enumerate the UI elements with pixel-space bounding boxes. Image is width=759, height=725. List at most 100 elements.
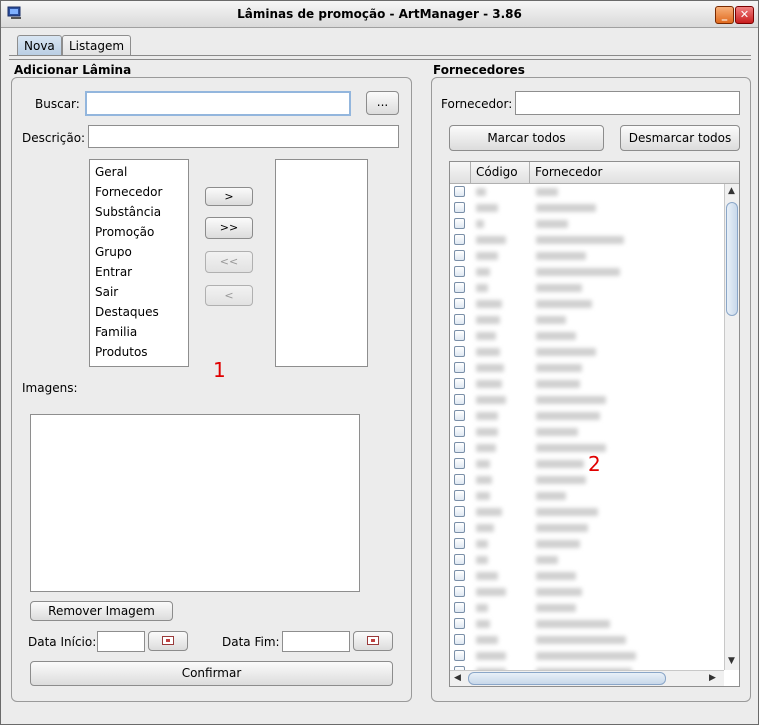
table-row[interactable] <box>450 328 722 344</box>
row-checkbox[interactable] <box>454 602 465 613</box>
table-row[interactable] <box>450 264 722 280</box>
row-checkbox[interactable] <box>454 586 465 597</box>
row-checkbox[interactable] <box>454 522 465 533</box>
table-row[interactable] <box>450 280 722 296</box>
row-checkbox[interactable] <box>454 554 465 565</box>
row-checkbox[interactable] <box>454 186 465 197</box>
list-item[interactable]: Substância <box>95 205 161 219</box>
tab-listagem[interactable]: Listagem <box>62 35 132 56</box>
list-item[interactable]: Promoção <box>95 225 154 239</box>
table-row[interactable] <box>450 648 722 664</box>
table-row[interactable] <box>450 552 722 568</box>
table-row[interactable] <box>450 520 722 536</box>
table-row[interactable] <box>450 632 722 648</box>
row-checkbox[interactable] <box>454 410 465 421</box>
list-item[interactable]: Destaques <box>95 305 159 319</box>
move-all-right-button[interactable]: >> <box>205 217 253 239</box>
table-row[interactable] <box>450 360 722 376</box>
description-input[interactable] <box>88 125 399 148</box>
table-row[interactable] <box>450 600 722 616</box>
scroll-left-icon[interactable]: ◀ <box>454 673 461 683</box>
row-checkbox[interactable] <box>454 426 465 437</box>
selected-list[interactable] <box>275 159 368 367</box>
list-item[interactable]: Entrar <box>95 265 132 279</box>
column-header-codigo[interactable]: Código <box>476 165 518 179</box>
confirm-button[interactable]: Confirmar <box>30 661 393 686</box>
vertical-scroll-thumb[interactable] <box>726 202 738 316</box>
vertical-scrollbar[interactable]: ▲ ▼ <box>724 184 739 670</box>
scroll-down-icon[interactable]: ▼ <box>728 656 735 666</box>
table-row[interactable] <box>450 568 722 584</box>
start-date-input[interactable] <box>97 631 145 652</box>
tab-nova[interactable]: Nova <box>17 35 62 56</box>
column-header-fornecedor[interactable]: Fornecedor <box>535 165 602 179</box>
move-right-button[interactable]: > <box>205 187 253 206</box>
table-row[interactable] <box>450 536 722 552</box>
move-all-left-button[interactable]: << <box>205 251 253 273</box>
search-input[interactable] <box>85 91 351 116</box>
table-row[interactable] <box>450 504 722 520</box>
list-item[interactable]: Grupo <box>95 245 132 259</box>
start-date-picker-button[interactable] <box>148 631 188 651</box>
table-row[interactable] <box>450 376 722 392</box>
select-all-button[interactable]: Marcar todos <box>449 125 604 151</box>
table-row[interactable] <box>450 216 722 232</box>
deselect-all-button[interactable]: Desmarcar todos <box>620 125 740 151</box>
row-checkbox[interactable] <box>454 314 465 325</box>
row-checkbox[interactable] <box>454 330 465 341</box>
supplier-input[interactable] <box>515 91 740 115</box>
row-checkbox[interactable] <box>454 538 465 549</box>
table-row[interactable] <box>450 440 722 456</box>
search-browse-button[interactable]: ... <box>366 91 399 115</box>
scroll-right-icon[interactable]: ▶ <box>709 673 716 683</box>
row-checkbox[interactable] <box>454 250 465 261</box>
row-checkbox[interactable] <box>454 298 465 309</box>
table-row[interactable] <box>450 248 722 264</box>
row-checkbox[interactable] <box>454 218 465 229</box>
table-row[interactable] <box>450 408 722 424</box>
row-checkbox[interactable] <box>454 490 465 501</box>
remove-image-button[interactable]: Remover Imagem <box>30 601 173 621</box>
end-date-picker-button[interactable] <box>353 631 393 651</box>
row-checkbox[interactable] <box>454 266 465 277</box>
table-row[interactable] <box>450 232 722 248</box>
table-row[interactable] <box>450 472 722 488</box>
minimize-button[interactable]: _ <box>715 6 734 24</box>
table-row[interactable] <box>450 392 722 408</box>
row-checkbox[interactable] <box>454 506 465 517</box>
row-checkbox[interactable] <box>454 346 465 357</box>
available-list[interactable]: Geral Fornecedor Substância Promoção Gru… <box>89 159 189 367</box>
row-checkbox[interactable] <box>454 378 465 389</box>
list-item[interactable]: Sair <box>95 285 118 299</box>
table-row[interactable] <box>450 424 722 440</box>
list-item[interactable]: Produtos <box>95 345 148 359</box>
row-checkbox[interactable] <box>454 618 465 629</box>
row-checkbox[interactable] <box>454 650 465 661</box>
table-row[interactable] <box>450 584 722 600</box>
row-checkbox[interactable] <box>454 234 465 245</box>
horizontal-scrollbar[interactable]: ◀ ▶ <box>450 670 724 686</box>
table-row[interactable] <box>450 616 722 632</box>
row-checkbox[interactable] <box>454 362 465 373</box>
row-checkbox[interactable] <box>454 282 465 293</box>
list-item[interactable]: Geral <box>95 165 127 179</box>
table-row[interactable] <box>450 296 722 312</box>
scroll-up-icon[interactable]: ▲ <box>728 186 735 196</box>
images-area[interactable] <box>30 414 360 592</box>
table-row[interactable] <box>450 488 722 504</box>
row-checkbox[interactable] <box>454 458 465 469</box>
table-row[interactable] <box>450 184 722 200</box>
table-row[interactable] <box>450 312 722 328</box>
list-item[interactable]: Familia <box>95 325 137 339</box>
list-item[interactable]: Fornecedor <box>95 185 162 199</box>
row-checkbox[interactable] <box>454 570 465 581</box>
row-checkbox[interactable] <box>454 442 465 453</box>
row-checkbox[interactable] <box>454 394 465 405</box>
horizontal-scroll-thumb[interactable] <box>468 672 666 685</box>
move-left-button[interactable]: < <box>205 285 253 306</box>
row-checkbox[interactable] <box>454 634 465 645</box>
row-checkbox[interactable] <box>454 202 465 213</box>
row-checkbox[interactable] <box>454 474 465 485</box>
table-row[interactable] <box>450 344 722 360</box>
end-date-input[interactable] <box>282 631 350 652</box>
